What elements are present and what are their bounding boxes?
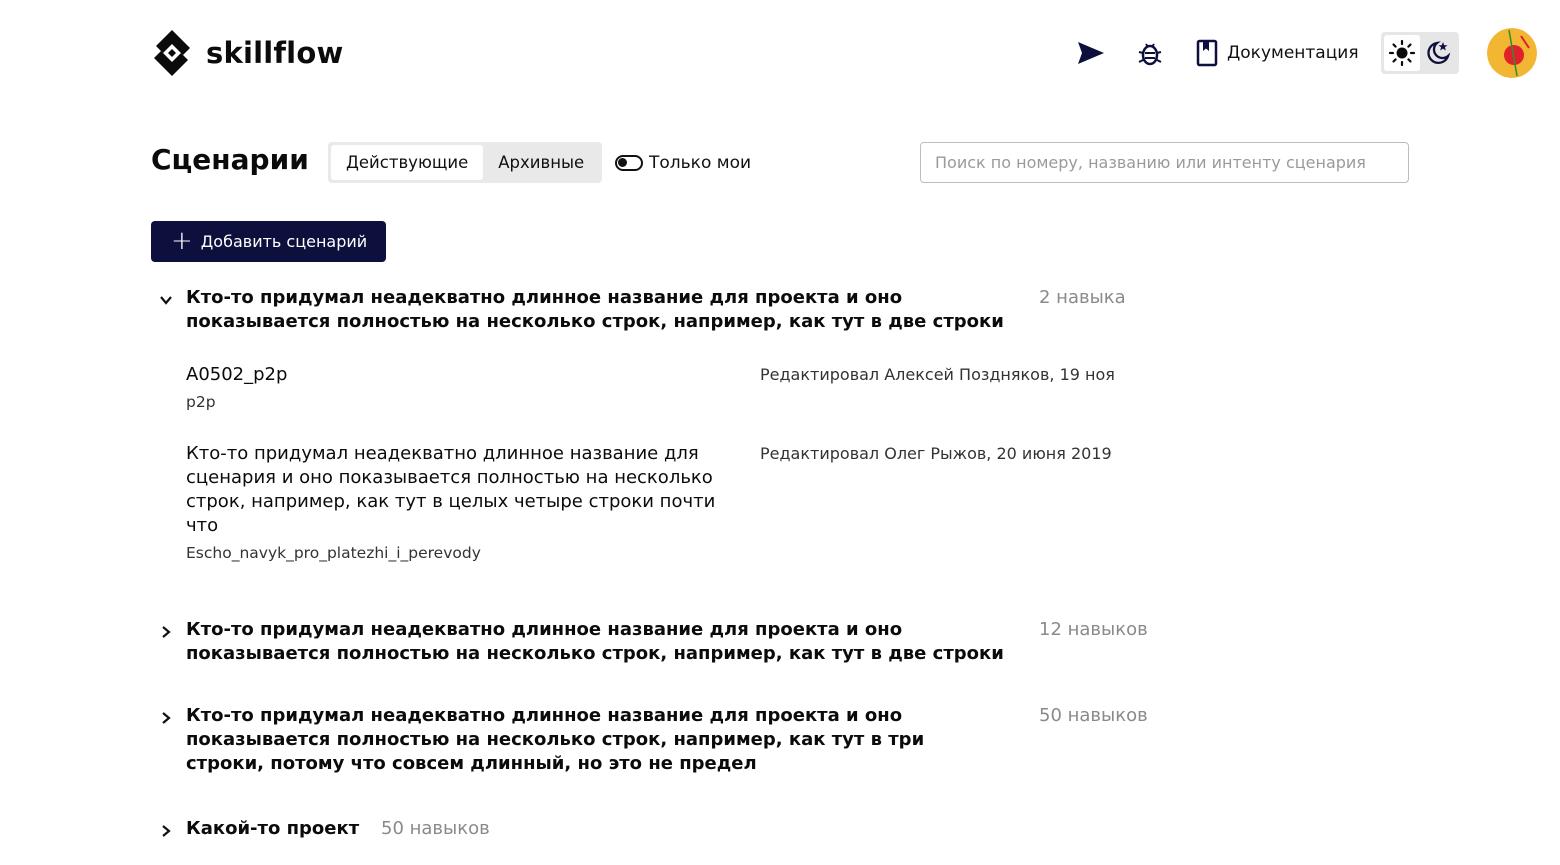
only-mine-label: Только мои (649, 153, 752, 173)
dark-theme-button[interactable] (1420, 35, 1456, 71)
scenario-title[interactable]: Кто-то придумал неадекватно длинное назв… (186, 442, 726, 538)
project-title[interactable]: Какой-то проект (186, 817, 359, 841)
project-skill-count: 50 навыков (1039, 705, 1148, 726)
scenario-item[interactable]: Кто-то придумал неадекватно длинное назв… (186, 442, 726, 562)
toggle-switch-icon[interactable] (615, 155, 643, 171)
project-title[interactable]: Кто-то придумал неадекватно длинное назв… (186, 704, 956, 776)
tab-active[interactable]: Действующие (331, 145, 484, 180)
project-title[interactable]: Кто-то придумал неадекватно длинное назв… (186, 286, 1036, 334)
docs-link[interactable]: Документация (1196, 38, 1359, 68)
scenario-intent: Escho_navyk_pro_platezhi_i_perevody (186, 544, 481, 562)
plus-icon: + (171, 225, 193, 256)
tab-archived[interactable]: Архивные (483, 145, 599, 180)
bug-icon[interactable] (1137, 38, 1163, 68)
theme-toggle[interactable] (1381, 32, 1459, 74)
logo[interactable]: skillflow (150, 28, 343, 78)
project-skill-count: 2 навыка (1039, 287, 1126, 308)
add-scenario-label: Добавить сценарий (200, 232, 368, 251)
light-theme-button[interactable] (1384, 35, 1420, 71)
chevron-down-icon[interactable] (156, 290, 176, 310)
sun-icon (1388, 39, 1416, 67)
book-icon (1196, 39, 1218, 67)
status-tabs: Действующие Архивные (328, 142, 603, 183)
scenario-edited-meta: Редактировал Алексей Поздняков, 19 ноя (760, 365, 1115, 384)
project-skill-count: 50 навыков (381, 818, 490, 839)
docs-label: Документация (1227, 43, 1359, 63)
only-mine-toggle[interactable]: Только мои (615, 148, 751, 178)
moon-icon (1427, 41, 1451, 65)
search-input[interactable] (920, 142, 1409, 183)
send-icon[interactable] (1076, 38, 1106, 68)
project-title[interactable]: Кто-то придумал неадекватно длинное назв… (186, 618, 1036, 666)
add-scenario-button[interactable]: + Добавить сценарий (151, 221, 386, 262)
logo-text: skillflow (206, 36, 344, 70)
project-skill-count: 12 навыков (1039, 619, 1148, 640)
scenario-item[interactable]: A0502_p2p p2p (186, 363, 726, 411)
skillflow-logo-icon (154, 30, 190, 76)
page-title: Сценарии (151, 143, 309, 176)
chevron-right-icon[interactable] (156, 821, 176, 841)
scenario-intent: p2p (186, 393, 216, 411)
chevron-right-icon[interactable] (156, 622, 176, 642)
scenario-title[interactable]: A0502_p2p (186, 363, 726, 387)
chevron-right-icon[interactable] (156, 708, 176, 728)
scenario-edited-meta: Редактировал Олег Рыжов, 20 июня 2019 (760, 444, 1112, 463)
avatar[interactable] (1487, 28, 1537, 78)
